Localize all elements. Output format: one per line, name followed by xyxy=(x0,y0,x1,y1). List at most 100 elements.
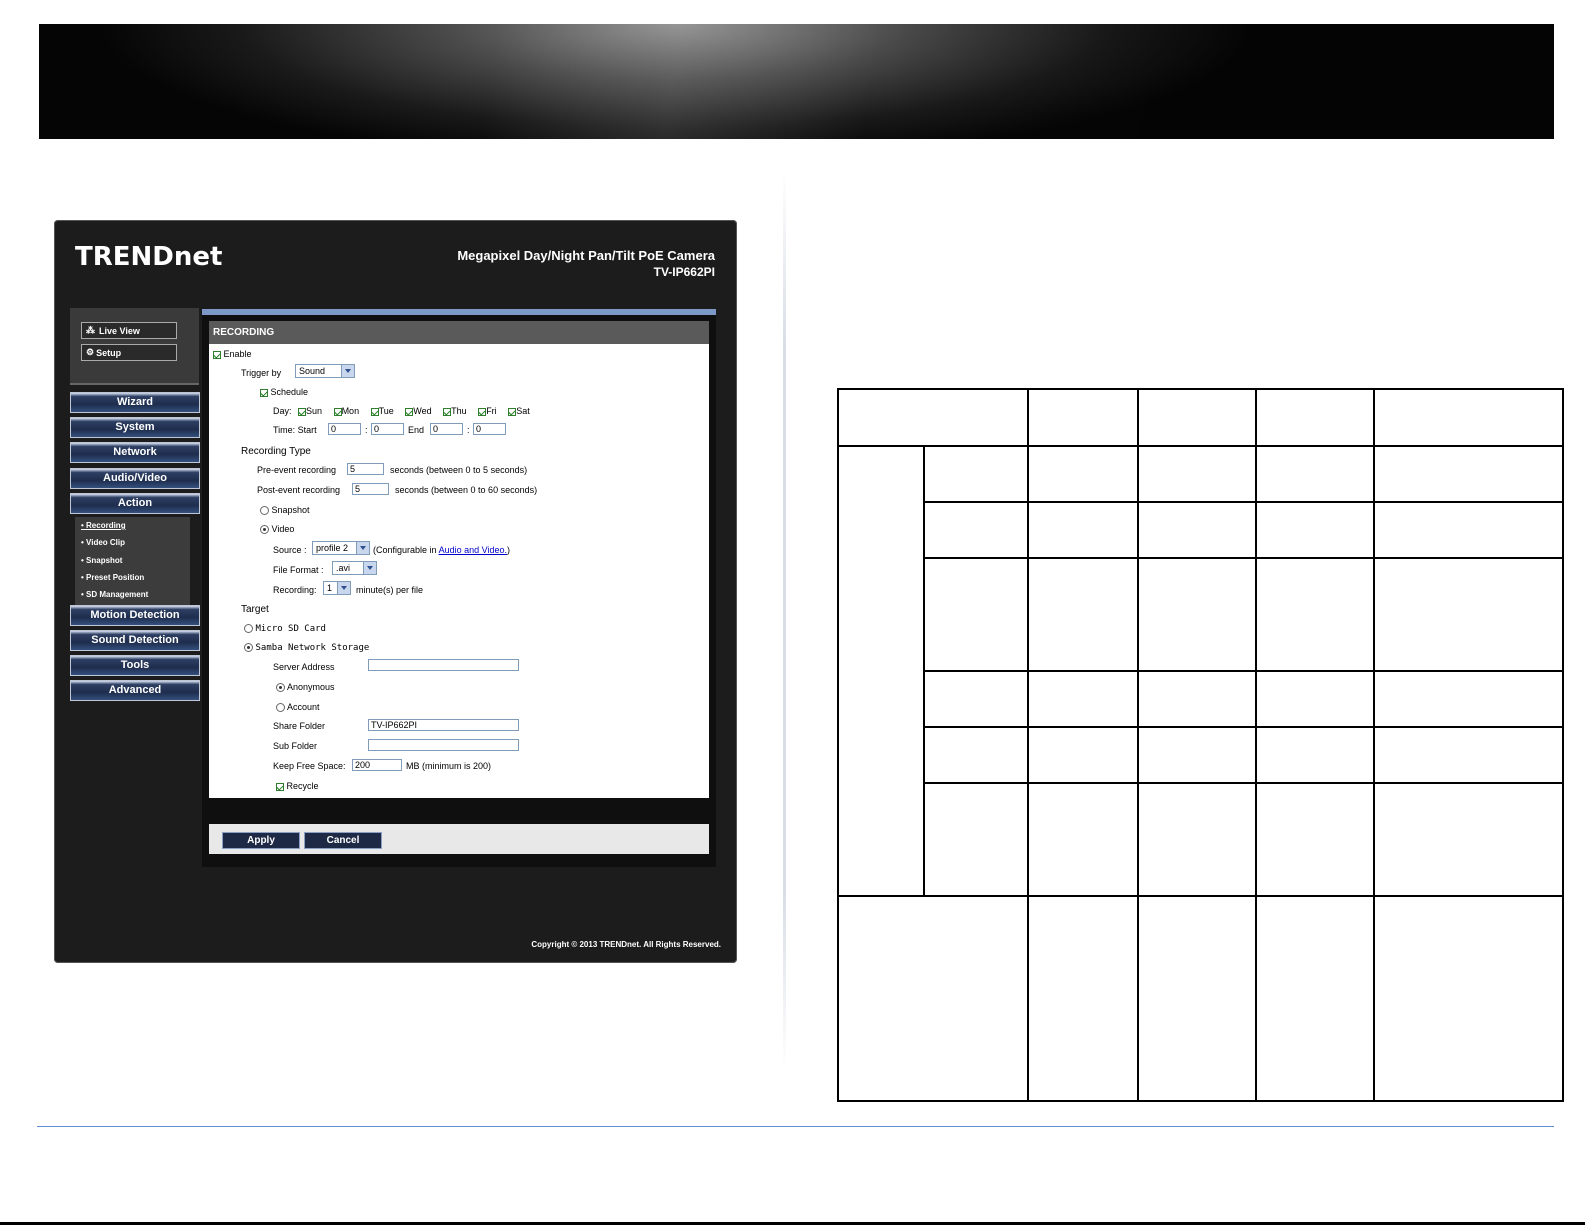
day-thu-checkbox[interactable] xyxy=(443,407,452,416)
table-row xyxy=(837,895,1564,1102)
post-event-input[interactable]: 5 xyxy=(352,483,389,495)
day-mon-checkbox[interactable] xyxy=(333,407,342,416)
table-cell xyxy=(1255,670,1375,728)
schedule-row: Schedule xyxy=(260,387,308,397)
submenu-sd-management[interactable]: • SD Management xyxy=(81,590,148,599)
table-cell xyxy=(1255,782,1375,897)
anonymous-radio[interactable] xyxy=(276,683,285,693)
video-label: Video xyxy=(271,524,295,534)
day-wed-checkbox[interactable] xyxy=(405,407,414,416)
menu-network[interactable]: Network xyxy=(70,442,200,463)
table-cell xyxy=(1373,445,1564,503)
day-fri-checkbox[interactable] xyxy=(478,407,487,416)
day-tue-checkbox[interactable] xyxy=(370,407,379,416)
table-cell xyxy=(837,388,1029,447)
day-sun-checkbox[interactable] xyxy=(298,407,307,416)
recycle-label: Recycle xyxy=(286,781,319,791)
footer-rule xyxy=(37,1126,1554,1127)
recycle-checkbox[interactable] xyxy=(276,782,284,791)
table-row xyxy=(838,670,1564,728)
menu-sound-detection[interactable]: Sound Detection xyxy=(70,630,200,651)
table-cell xyxy=(1373,782,1564,897)
table-cell xyxy=(1027,670,1139,728)
table-cell xyxy=(837,895,1029,1102)
pre-event-label: Pre-event recording xyxy=(257,465,337,475)
samba-row: Samba Network Storage xyxy=(244,642,369,653)
snapshot-radio[interactable] xyxy=(260,506,269,516)
samba-radio[interactable] xyxy=(244,643,253,653)
trendnet-logo: TRENDnet xyxy=(75,242,223,272)
table-cell xyxy=(1373,501,1564,559)
menu-system[interactable]: System xyxy=(70,417,200,438)
pre-event-input[interactable]: 5 xyxy=(347,463,384,475)
server-address-input[interactable] xyxy=(368,659,519,671)
live-view-button[interactable]: ⁂ Live View xyxy=(81,322,177,339)
table-row xyxy=(837,445,1564,897)
submenu-recording[interactable]: • Recording xyxy=(81,521,126,530)
day-fri-label: Fri xyxy=(486,406,497,416)
action-submenu: • Recording • Video Clip • Snapshot • Pr… xyxy=(75,517,190,605)
share-folder-input[interactable]: TV-IP662PI xyxy=(368,719,519,731)
menu-wizard[interactable]: Wizard xyxy=(70,392,200,413)
menu-action[interactable]: Action xyxy=(70,493,200,514)
sub-folder-input[interactable] xyxy=(368,739,519,751)
menu-advanced[interactable]: Advanced xyxy=(70,680,200,701)
table-cell xyxy=(1027,445,1139,503)
audio-video-link[interactable]: Audio and Video. xyxy=(439,545,507,555)
day-row: Day: Sun Mon Tue Wed Thu Fri Sat xyxy=(273,406,530,416)
table-cell xyxy=(1027,557,1139,672)
product-title: Megapixel Day/Night Pan/Tilt PoE Camera xyxy=(457,248,715,263)
table-cell xyxy=(1373,726,1564,784)
table-cell xyxy=(1137,782,1257,897)
day-tue-label: Tue xyxy=(378,406,394,416)
recording-form: Enable Trigger by Sound Schedule Day: Su… xyxy=(209,344,709,798)
end-minute-input[interactable]: 0 xyxy=(473,423,506,435)
enable-label: Enable xyxy=(223,349,252,359)
recording-length-select[interactable]: 1 xyxy=(323,581,351,595)
menu-motion-detection[interactable]: Motion Detection xyxy=(70,605,200,626)
day-sat-checkbox[interactable] xyxy=(508,407,517,416)
submenu-snapshot[interactable]: • Snapshot xyxy=(81,556,122,565)
end-hour-input[interactable]: 0 xyxy=(430,423,463,435)
action-bar: Apply Cancel xyxy=(209,824,709,854)
video-radio[interactable] xyxy=(260,525,269,535)
setup-button[interactable]: ⚙ Setup xyxy=(81,344,177,361)
trigger-value: Sound xyxy=(299,366,326,376)
file-format-select[interactable]: .avi xyxy=(332,561,377,575)
apply-button[interactable]: Apply xyxy=(222,832,300,849)
micro-sd-label: Micro SD Card xyxy=(255,624,326,634)
table-cell xyxy=(1137,726,1257,784)
copyright-text: Copyright © 2013 TRENDnet. All Rights Re… xyxy=(531,940,721,949)
table-cell xyxy=(1255,445,1375,503)
day-sat-label: Sat xyxy=(516,406,530,416)
schedule-checkbox[interactable] xyxy=(260,388,268,397)
source-select[interactable]: profile 2 xyxy=(312,541,370,555)
recording-length-suffix: minute(s) per file xyxy=(356,585,424,595)
start-colon: : xyxy=(365,425,368,435)
account-radio[interactable] xyxy=(276,703,285,713)
menu-tools[interactable]: Tools xyxy=(70,655,200,676)
pre-event-hint: seconds (between 0 to 5 seconds) xyxy=(390,465,528,475)
empty-table xyxy=(837,388,1564,1102)
submenu-video-clip[interactable]: • Video Clip xyxy=(81,538,125,547)
keep-free-input[interactable]: 200 xyxy=(352,759,402,771)
table-cell xyxy=(1373,895,1564,1102)
day-mon-label: Mon xyxy=(341,406,360,416)
start-hour-input[interactable]: 0 xyxy=(328,423,361,435)
trigger-select[interactable]: Sound xyxy=(295,364,355,378)
configurable-prefix: (Configurable in xyxy=(373,545,437,555)
start-minute-input[interactable]: 0 xyxy=(371,423,404,435)
table-cell xyxy=(1027,726,1139,784)
source-value: profile 2 xyxy=(316,543,349,553)
cancel-button[interactable]: Cancel xyxy=(304,832,382,849)
recording-panel: RECORDING Enable Trigger by Sound Schedu… xyxy=(202,309,716,867)
enable-checkbox[interactable] xyxy=(213,350,221,359)
submenu-preset-position[interactable]: • Preset Position xyxy=(81,573,144,582)
table-row xyxy=(838,726,1564,784)
table-cell xyxy=(1137,388,1257,447)
trigger-by-label: Trigger by xyxy=(241,368,282,378)
menu-audio-video[interactable]: Audio/Video xyxy=(70,468,200,489)
micro-sd-radio[interactable] xyxy=(244,624,253,634)
configurable-suffix: ) xyxy=(506,545,510,555)
table-cell xyxy=(1255,388,1375,447)
